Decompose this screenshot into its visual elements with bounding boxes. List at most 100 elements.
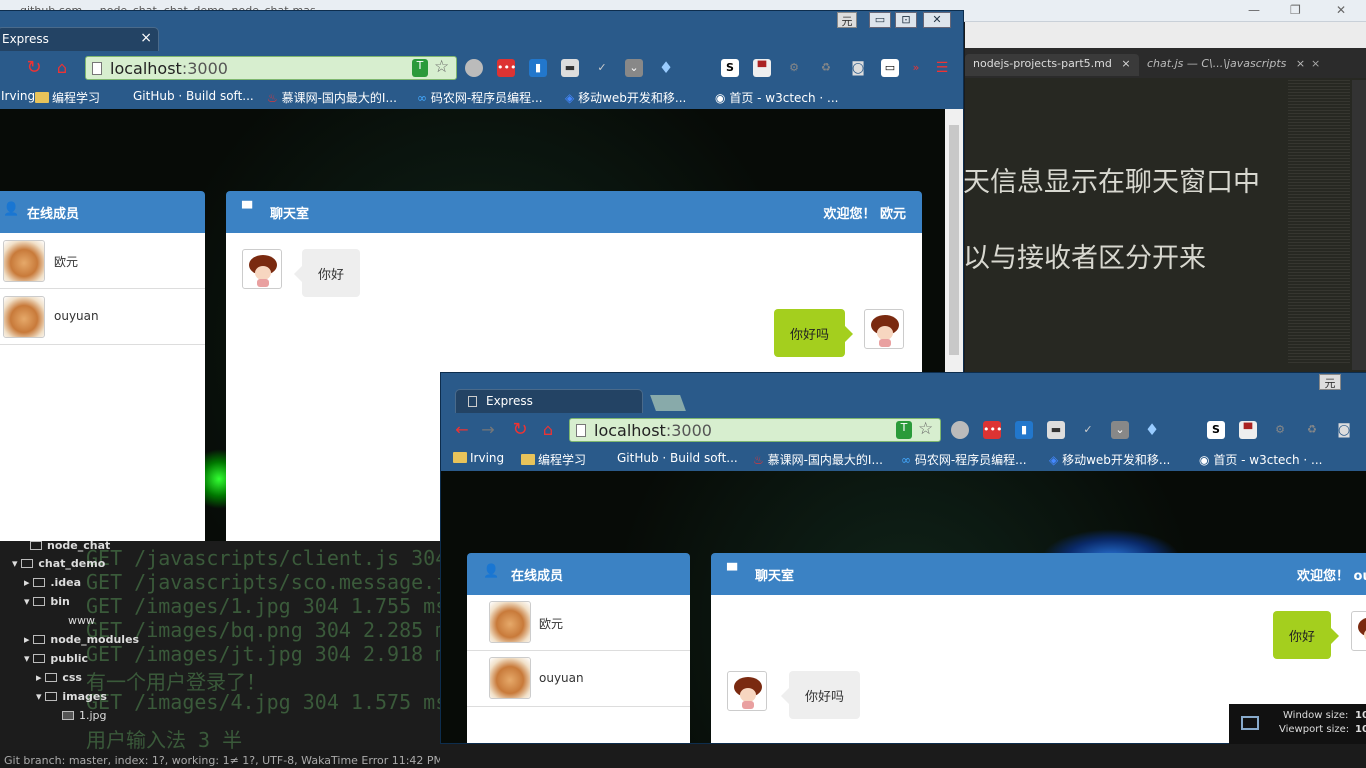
camera-icon[interactable]: ◙	[849, 59, 867, 77]
more-extensions-icon[interactable]: »	[907, 59, 925, 77]
sublime-tab-chatjs[interactable]: chat.js — C\...\javascripts ×	[1139, 54, 1313, 76]
maximize-button[interactable]: ⊡	[895, 12, 917, 28]
bookmark-github[interactable]: GitHub · Build soft...	[617, 451, 738, 465]
tree-item[interactable]: ▾ bin	[24, 595, 70, 608]
shield-icon[interactable]: T	[412, 59, 428, 77]
close-button[interactable]: ✕	[923, 12, 951, 28]
reload-icon[interactable]: ↻	[511, 421, 529, 439]
diamond-extension-icon[interactable]: ♦	[657, 59, 675, 77]
home-icon[interactable]: ⌂	[539, 421, 557, 439]
sublime-scrollbar[interactable]	[1352, 80, 1366, 370]
sublime-tab-md[interactable]: nodejs-projects-part5.md ×	[965, 54, 1139, 76]
log-line: GET /javascripts/client.js 304	[86, 546, 440, 570]
pocket-extension-icon[interactable]: ⌄	[1111, 421, 1129, 439]
bookmark-github[interactable]: GitHub · Build soft...	[133, 89, 254, 103]
browser1-tab-express[interactable]: Express ×	[0, 27, 159, 51]
tree-item[interactable]: ▸ .idea	[24, 576, 81, 589]
minimize-button[interactable]: ▭	[869, 12, 891, 28]
close-icon[interactable]: ×	[1121, 57, 1130, 70]
flame-icon: ♨	[267, 91, 278, 105]
member-item[interactable]: 欧元	[467, 595, 690, 651]
gear-extension-icon[interactable]: ⚙	[785, 59, 803, 77]
recycle-extension-icon[interactable]: ♻	[1303, 421, 1321, 439]
chat-icon: ▀	[242, 202, 252, 217]
terminal-panel: GET /javascripts/client.js 304 GET /java…	[0, 538, 440, 750]
shield-icon: ◈	[565, 91, 575, 105]
gear-extension-icon[interactable]: ⚙	[1271, 421, 1289, 439]
tree-item[interactable]: ▾ images	[36, 690, 107, 703]
folder-icon	[453, 452, 467, 463]
star-icon[interactable]: ☆	[434, 57, 449, 77]
camera-icon[interactable]: ◙	[1335, 421, 1353, 439]
shield-icon: ◈	[1049, 453, 1059, 467]
screen-extension-icon[interactable]: ▭	[881, 59, 899, 77]
chat-icon: ▀	[727, 564, 737, 579]
address-bar[interactable]: localhost:3000 T ☆	[569, 418, 941, 442]
minimize-button[interactable]: —	[1248, 3, 1260, 17]
member-item[interactable]: ouyuan	[0, 289, 205, 345]
bookmark-w3ctech[interactable]: ◉ 首页 - w3ctech · ...	[715, 89, 839, 106]
tab-title: Express	[2, 32, 49, 46]
tree-item[interactable]: ▾ chat_demo	[12, 557, 105, 570]
chart-extension-icon[interactable]: ▮	[529, 59, 547, 77]
chat-panel-header: ▀ 聊天室 欢迎您！ ou	[711, 553, 1366, 595]
reload-icon[interactable]: ↻	[25, 59, 43, 77]
tree-item[interactable]: ▸ node_modules	[24, 633, 139, 646]
s-extension-icon[interactable]: S	[1207, 421, 1225, 439]
bookmark-irving[interactable]: Irving	[1, 89, 35, 103]
close-button[interactable]: ✕	[1336, 3, 1346, 17]
address-bar[interactable]: localhost:3000 T ☆	[85, 56, 457, 80]
mask-extension-icon[interactable]: ▀	[753, 59, 771, 77]
window-extension-icon[interactable]: ▬	[1047, 421, 1065, 439]
ime-button[interactable]: 元	[837, 12, 857, 28]
check-extension-icon[interactable]: ✓	[1079, 421, 1097, 439]
bookmark-folder[interactable]: 编程学习	[521, 451, 586, 468]
message-bubble: 你好	[1273, 611, 1340, 659]
mask-extension-icon[interactable]: ▀	[1239, 421, 1257, 439]
s-extension-icon[interactable]: S	[721, 59, 739, 77]
ime-button[interactable]: 元	[1319, 374, 1341, 390]
message-bubble: 你好吗	[774, 309, 854, 357]
maximize-button[interactable]: ❐	[1290, 3, 1301, 17]
star-icon[interactable]: ☆	[918, 419, 933, 439]
tab-overflow-close[interactable]: ×	[1303, 54, 1328, 76]
bookmark-folder[interactable]: 编程学习	[35, 89, 100, 106]
shield-icon[interactable]: T	[896, 421, 912, 439]
dots-extension-icon[interactable]: •••	[983, 421, 1002, 439]
bookmark-mobile-web[interactable]: ◈ 移动web开发和移...	[565, 89, 686, 106]
window-size-icon	[1241, 716, 1259, 730]
member-item[interactable]: 欧元	[0, 233, 205, 289]
pocket-extension-icon[interactable]: ⌄	[625, 59, 643, 77]
tree-item[interactable]: www	[68, 614, 95, 627]
bookmark-codeceo[interactable]: ∞ 码农网-程序员编程...	[417, 89, 543, 106]
home-icon[interactable]: ⌂	[53, 59, 71, 77]
bookmark-imooc[interactable]: ♨ 慕课网-国内最大的I...	[267, 89, 397, 106]
back-icon[interactable]: ←	[453, 421, 471, 439]
tree-item[interactable]: 1.jpg	[62, 709, 107, 722]
dots-extension-icon[interactable]: •••	[497, 59, 516, 77]
new-tab-button[interactable]	[650, 395, 686, 411]
window-extension-icon[interactable]: ▬	[561, 59, 579, 77]
bookmark-mobile-web[interactable]: ◈ 移动web开发和移...	[1049, 451, 1170, 468]
close-icon[interactable]: ×	[140, 30, 152, 46]
recycle-extension-icon[interactable]: ♻	[817, 59, 835, 77]
tree-item[interactable]: ▸ css	[36, 671, 82, 684]
sublime-minimap[interactable]	[1288, 80, 1350, 365]
globe-extension-icon[interactable]	[951, 421, 969, 439]
tree-item[interactable]: ▾ public	[24, 652, 88, 665]
member-item[interactable]: ouyuan	[467, 651, 690, 707]
bookmark-codeceo[interactable]: ∞ 码农网-程序员编程...	[901, 451, 1027, 468]
browser2-tab-express[interactable]: Express	[455, 389, 643, 413]
bookmark-imooc[interactable]: ♨ 慕课网-国内最大的I...	[753, 451, 883, 468]
bookmark-irving[interactable]: Irving	[453, 451, 504, 465]
bookmark-w3ctech[interactable]: ◉ 首页 - w3ctech · ...	[1199, 451, 1323, 468]
check-extension-icon[interactable]: ✓	[593, 59, 611, 77]
diamond-extension-icon[interactable]: ♦	[1143, 421, 1161, 439]
forward-icon[interactable]: →	[479, 421, 497, 439]
globe-extension-icon[interactable]	[465, 59, 483, 77]
chart-extension-icon[interactable]: ▮	[1015, 421, 1033, 439]
scrollbar-thumb[interactable]	[949, 125, 959, 355]
menu-icon[interactable]: ☰	[933, 59, 951, 77]
folder-icon	[45, 692, 58, 701]
avatar	[3, 240, 45, 282]
